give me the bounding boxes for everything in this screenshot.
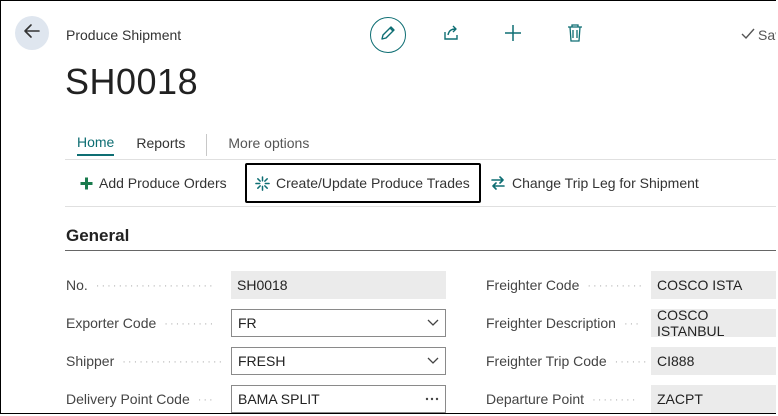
pencil-icon	[379, 24, 397, 47]
page-frame: Produce Shipment SH0018 Sav Home Reports…	[0, 0, 776, 414]
exporter-code-select[interactable]: FR	[231, 309, 446, 337]
label-text: No.	[66, 277, 88, 293]
no-field: SH0018	[231, 271, 446, 299]
field-label-freighter-trip-code: Freighter Trip Code·······	[486, 353, 646, 372]
label-text: Exporter Code	[66, 315, 157, 331]
label-text: Delivery Point Code	[66, 391, 190, 407]
field-label-exporter-code: Exporter Code ·········	[66, 315, 226, 334]
page-caption: Produce Shipment	[66, 27, 182, 43]
checkmark-icon	[741, 27, 755, 43]
freighter-trip-code-field: CI888	[651, 347, 776, 375]
delivery-point-code-input[interactable]: BAMA SPLIT	[231, 385, 446, 413]
swap-arrows-icon	[490, 176, 506, 190]
field-label-freighter-description: Freighter Description ···	[486, 315, 646, 334]
tab-divider	[206, 134, 208, 156]
share-icon	[442, 24, 460, 47]
save-label: Sav	[758, 27, 776, 43]
shipper-select[interactable]: FRESH	[231, 347, 446, 375]
tab-home[interactable]: Home	[77, 134, 115, 156]
divider	[65, 159, 776, 160]
edit-button[interactable]	[370, 17, 406, 53]
create-update-produce-trades-button[interactable]: Create/Update Produce Trades	[245, 163, 481, 203]
tab-reports[interactable]: Reports	[136, 135, 185, 155]
back-button[interactable]	[15, 16, 49, 50]
label-text: Shipper	[66, 353, 115, 369]
add-produce-orders-button[interactable]: Add Produce Orders	[80, 163, 227, 203]
share-button[interactable]	[441, 25, 461, 45]
section-divider	[65, 250, 776, 251]
field-label-no: No. ·····················	[66, 277, 226, 296]
tab-more-options[interactable]: More options	[228, 135, 309, 155]
field-value: CI888	[657, 353, 695, 369]
label-text: Departure Point	[486, 391, 585, 407]
field-value: FRESH	[238, 353, 286, 369]
label-text: Freighter Code	[486, 277, 580, 293]
action-label: Change Trip Leg for Shipment	[512, 175, 699, 191]
field-label-departure-point: Departure Point ········	[486, 391, 646, 410]
field-value: COSCO ISTA	[657, 277, 743, 293]
change-trip-leg-button[interactable]: Change Trip Leg for Shipment	[490, 163, 699, 203]
action-label: Create/Update Produce Trades	[276, 175, 470, 191]
action-label: Add Produce Orders	[99, 175, 227, 191]
plus-icon	[504, 24, 522, 47]
action-tabs: Home Reports More options	[77, 134, 331, 156]
field-value: SH0018	[237, 277, 288, 293]
field-label-shipper: Shipper ··················	[66, 353, 226, 372]
page-title: SH0018	[65, 61, 199, 102]
freighter-code-field: COSCO ISTA	[651, 271, 776, 299]
section-title-general: General	[66, 226, 130, 245]
freighter-description-field: COSCO ISTANBUL	[651, 307, 776, 339]
chevron-down-icon[interactable]	[427, 310, 439, 336]
trash-icon	[567, 23, 583, 47]
action-bar: Add Produce Orders Create/Update Produce…	[1, 163, 776, 205]
ellipsis-lookup-icon[interactable]	[425, 386, 439, 412]
field-value: COSCO ISTANBUL	[657, 307, 725, 339]
chevron-down-icon[interactable]	[427, 348, 439, 374]
asterisk-icon	[255, 175, 270, 191]
label-text: Freighter Trip Code	[486, 353, 607, 369]
arrow-left-icon	[23, 23, 41, 44]
label-text: Freighter Description	[486, 315, 616, 331]
field-value: BAMA SPLIT	[238, 391, 320, 407]
plus-icon	[80, 177, 93, 190]
field-value: FR	[238, 315, 257, 331]
field-label-delivery-point-code: Delivery Point Code ···	[66, 391, 226, 410]
delete-button[interactable]	[565, 23, 585, 47]
new-button[interactable]	[503, 24, 523, 47]
divider	[65, 206, 776, 207]
departure-point-field: ZACPT	[651, 385, 776, 413]
field-value: ZACPT	[657, 391, 703, 407]
field-label-freighter-code: Freighter Code ··········	[486, 277, 646, 296]
save-status[interactable]: Sav	[741, 27, 776, 43]
